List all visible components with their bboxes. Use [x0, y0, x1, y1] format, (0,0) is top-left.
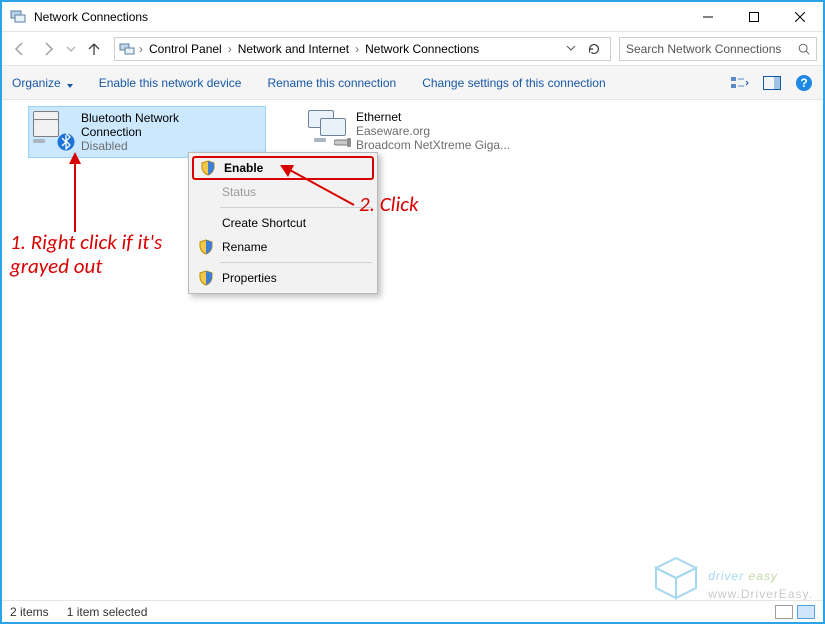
- bluetooth-adapter-icon: [33, 111, 73, 147]
- context-status-label: Status: [222, 185, 256, 199]
- view-options-button[interactable]: [731, 74, 749, 92]
- organize-label: Organize: [12, 76, 61, 90]
- change-settings-button[interactable]: Change settings of this connection: [422, 76, 605, 90]
- search-input[interactable]: [620, 42, 792, 56]
- maximize-button[interactable]: [731, 2, 777, 32]
- separator: [220, 207, 372, 208]
- chevron-right-icon[interactable]: ›: [137, 42, 145, 56]
- app-icon: [10, 9, 26, 25]
- window-title: Network Connections: [34, 10, 685, 24]
- status-bar: 2 items 1 item selected: [2, 600, 823, 622]
- svg-text:?: ?: [800, 76, 807, 90]
- content-area: Bluetooth Network Connection Disabled Et…: [2, 102, 823, 598]
- context-create-shortcut-label: Create Shortcut: [222, 216, 306, 230]
- context-menu: Enable Status Create Shortcut Rename Pro…: [188, 152, 378, 294]
- breadcrumb-network-and-internet[interactable]: Network and Internet: [236, 42, 351, 56]
- help-button[interactable]: ?: [795, 74, 813, 92]
- command-bar: Organize Enable this network device Rena…: [2, 66, 823, 100]
- search-icon[interactable]: [792, 42, 816, 56]
- context-rename[interactable]: Rename: [192, 235, 374, 259]
- status-item-count: 2 items: [10, 605, 49, 619]
- chevron-right-icon[interactable]: ›: [353, 42, 361, 56]
- context-status: Status: [192, 180, 374, 204]
- details-view-button[interactable]: [775, 605, 793, 619]
- titlebar: Network Connections: [2, 2, 823, 32]
- shield-icon: [198, 239, 214, 255]
- enable-device-button[interactable]: Enable this network device: [99, 76, 242, 90]
- network-item-ethernet[interactable]: Ethernet Easeware.org Broadcom NetXtreme…: [304, 106, 542, 156]
- item-name: Ethernet: [356, 110, 510, 124]
- address-bar[interactable]: › Control Panel › Network and Internet ›…: [114, 37, 611, 61]
- context-enable-label: Enable: [224, 161, 263, 175]
- context-enable[interactable]: Enable: [192, 156, 374, 180]
- shield-icon: [200, 160, 216, 176]
- context-properties[interactable]: Properties: [192, 266, 374, 290]
- preview-pane-button[interactable]: [763, 74, 781, 92]
- context-properties-label: Properties: [222, 271, 277, 285]
- context-create-shortcut[interactable]: Create Shortcut: [192, 211, 374, 235]
- context-rename-label: Rename: [222, 240, 267, 254]
- shield-icon: [198, 270, 214, 286]
- breadcrumb-network-connections[interactable]: Network Connections: [363, 42, 481, 56]
- large-icons-view-button[interactable]: [797, 605, 815, 619]
- item-adapter: Broadcom NetXtreme Giga...: [356, 138, 510, 152]
- recent-locations-button[interactable]: [64, 37, 78, 61]
- minimize-button[interactable]: [685, 2, 731, 32]
- navigation-bar: › Control Panel › Network and Internet ›…: [2, 32, 823, 66]
- location-icon: [119, 41, 135, 57]
- item-name: Bluetooth Network Connection: [81, 111, 241, 139]
- organize-button[interactable]: Organize: [12, 76, 73, 90]
- close-button[interactable]: [777, 2, 823, 32]
- breadcrumb-control-panel[interactable]: Control Panel: [147, 42, 224, 56]
- up-button[interactable]: [82, 37, 106, 61]
- item-status: Disabled: [81, 139, 241, 153]
- back-button[interactable]: [8, 37, 32, 61]
- ethernet-adapter-icon: [308, 110, 348, 146]
- status-selection: 1 item selected: [67, 605, 148, 619]
- forward-button[interactable]: [36, 37, 60, 61]
- search-box[interactable]: [619, 37, 817, 61]
- address-dropdown-button[interactable]: [562, 42, 580, 56]
- refresh-button[interactable]: [582, 37, 606, 61]
- chevron-right-icon[interactable]: ›: [226, 42, 234, 56]
- rename-connection-button[interactable]: Rename this connection: [267, 76, 396, 90]
- item-network: Easeware.org: [356, 124, 510, 138]
- network-item-bluetooth[interactable]: Bluetooth Network Connection Disabled: [28, 106, 266, 158]
- separator: [220, 262, 372, 263]
